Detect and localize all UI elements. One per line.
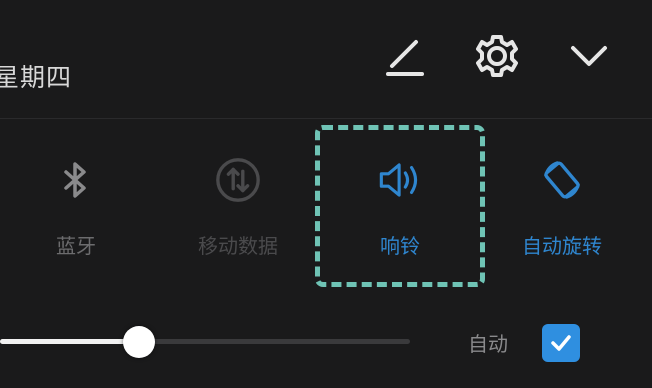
tile-auto-rotate[interactable]: 自动旋转	[492, 148, 632, 268]
brightness-slider[interactable]	[0, 325, 410, 358]
tile-bluetooth[interactable]: 蓝牙	[6, 148, 146, 268]
settings-button[interactable]	[471, 30, 523, 82]
brightness-slider-fill	[0, 339, 140, 344]
quick-settings-panel: 星期四 蓝牙 移动数据 响铃 自动旋转 自动	[0, 0, 652, 388]
tile-label-mobile-data: 移动数据	[198, 234, 278, 258]
tile-label-bluetooth: 蓝牙	[56, 234, 96, 258]
chevron-down-icon	[571, 46, 607, 66]
focus-highlight	[315, 125, 485, 287]
checkmark-icon	[551, 335, 571, 351]
auto-brightness-checkbox[interactable]	[542, 324, 580, 362]
auto-brightness-label: 自动	[468, 332, 508, 356]
edit-button[interactable]	[378, 30, 430, 82]
date-weekday: 星期四	[0, 63, 73, 92]
mobile-data-icon	[214, 156, 262, 204]
tile-label-auto-rotate: 自动旋转	[522, 234, 602, 258]
collapse-button[interactable]	[563, 30, 615, 82]
auto-rotate-icon	[538, 156, 586, 204]
tile-mobile-data[interactable]: 移动数据	[168, 148, 308, 268]
pencil-edit-icon	[386, 40, 424, 76]
gear-icon	[476, 35, 518, 77]
bluetooth-icon	[52, 156, 100, 204]
header-divider	[0, 118, 652, 119]
brightness-slider-thumb[interactable]	[123, 325, 156, 358]
